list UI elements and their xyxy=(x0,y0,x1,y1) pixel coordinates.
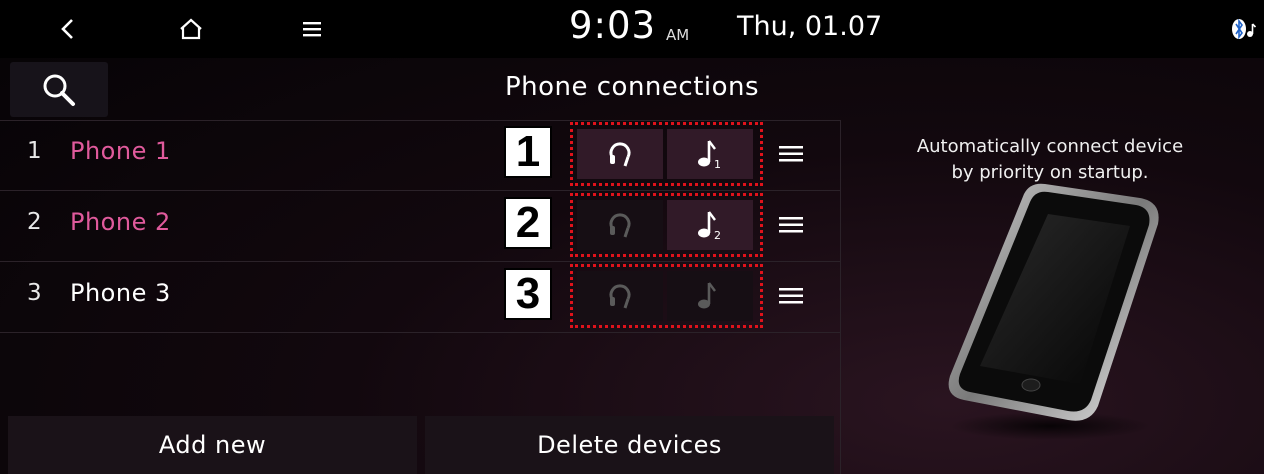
clock-time: 9:03 xyxy=(569,4,657,47)
back-button[interactable] xyxy=(48,9,88,49)
drag-handle-icon xyxy=(779,146,803,162)
phone-connection-button[interactable] xyxy=(577,129,663,179)
music-note-2-icon: 2 xyxy=(698,211,721,242)
device-row-1[interactable]: 1 Phone 1 1 1 xyxy=(0,120,840,190)
reorder-handle[interactable] xyxy=(776,210,806,240)
headset-icon xyxy=(609,142,631,167)
reorder-handle[interactable] xyxy=(776,139,806,169)
audio-connection-button[interactable]: 2 xyxy=(667,200,753,250)
audio-connection-button[interactable] xyxy=(667,271,753,321)
drag-handle-icon xyxy=(779,217,803,233)
reorder-handle[interactable] xyxy=(776,281,806,311)
home-button[interactable] xyxy=(171,9,211,49)
music-note-1-icon: 1 xyxy=(698,140,721,171)
device-name: Phone 1 xyxy=(70,137,171,165)
svg-text:1: 1 xyxy=(714,158,721,171)
menu-icon xyxy=(303,22,321,37)
callout-marker-3: 3 xyxy=(504,268,552,320)
device-priority-number: 2 xyxy=(27,209,42,235)
device-row-3[interactable]: 3 Phone 3 3 xyxy=(0,262,840,332)
connection-buttons-highlight xyxy=(570,264,763,328)
device-name: Phone 3 xyxy=(70,279,171,307)
device-name: Phone 2 xyxy=(70,208,171,236)
phone-connection-button[interactable] xyxy=(577,271,663,321)
delete-devices-button[interactable]: Delete devices xyxy=(425,416,834,474)
back-icon xyxy=(61,19,73,39)
divider xyxy=(0,332,840,333)
headset-icon xyxy=(609,284,631,309)
info-line: Automatically connect device xyxy=(916,136,1184,157)
phone-connection-button[interactable] xyxy=(577,200,663,250)
smartphone-illustration xyxy=(948,183,1159,440)
connection-buttons-highlight: 1 xyxy=(570,122,763,186)
device-row-2[interactable]: 2 Phone 2 2 2 xyxy=(0,191,840,261)
connection-buttons-highlight: 2 xyxy=(570,193,763,257)
page-title: Phone connections xyxy=(504,72,760,102)
menu-button[interactable] xyxy=(292,9,332,49)
home-icon xyxy=(180,18,202,40)
callout-marker-1: 1 xyxy=(504,126,552,178)
date-display: Thu, 01.07 xyxy=(737,11,883,42)
device-priority-number: 1 xyxy=(27,138,42,164)
add-new-button[interactable]: Add new xyxy=(8,416,417,474)
status-bar: 9:03 AM Thu, 01.07 xyxy=(0,0,1264,58)
device-priority-number: 3 xyxy=(27,280,42,306)
drag-handle-icon xyxy=(779,288,803,304)
headset-icon xyxy=(609,213,631,238)
svg-text:2: 2 xyxy=(714,229,721,242)
audio-connection-button[interactable]: 1 xyxy=(667,129,753,179)
callout-marker-2: 2 xyxy=(504,197,552,249)
auto-connect-info: Automatically connect device by priority… xyxy=(880,134,1220,186)
clock-ampm: AM xyxy=(666,26,690,44)
bluetooth-audio-icon xyxy=(1232,18,1257,40)
music-note-icon xyxy=(698,282,716,309)
panel-divider xyxy=(840,120,841,474)
phone-connections-screen: 9:03 AM Thu, 01.07 Phone connections 1 P… xyxy=(0,0,1264,474)
